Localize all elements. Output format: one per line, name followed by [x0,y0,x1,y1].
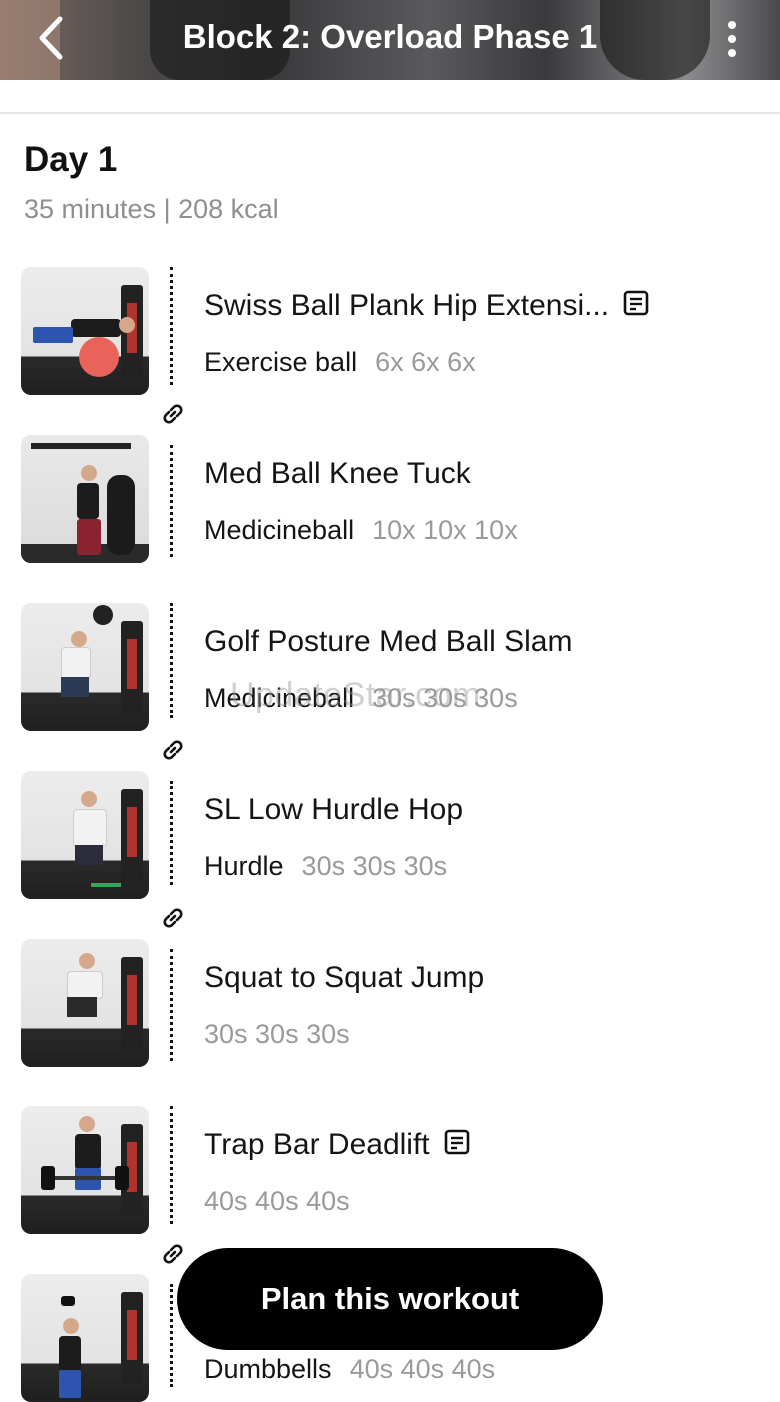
exercise-thumbnail [21,939,149,1067]
exercise-details: Hurdle 30s 30s 30s [204,851,447,882]
exercise-row[interactable]: Squat to Squat Jump 30s 30s 30s [0,939,780,1069]
exercise-sets: 40s 40s 40s [204,1186,350,1216]
thumbnail-person [71,319,121,337]
more-vertical-icon [728,35,736,43]
exercise-equipment: Hurdle [204,851,284,881]
exercise-sets: 40s 40s 40s [349,1354,496,1384]
exercise-details: 40s 40s 40s [204,1186,350,1217]
timeline-line [170,1284,173,1387]
thumbnail-person [79,1116,95,1132]
thumbnail-person [59,1370,81,1398]
day-title: Day 1 [24,140,118,179]
exercise-equipment: Exercise ball [204,347,358,377]
exercise-details: Medicineball 10x 10x 10x [204,515,518,546]
timeline-line [170,267,173,385]
thumbnail-person [77,519,101,555]
thumbnail-person [81,465,97,481]
exercise-name: Golf Posture Med Ball Slam [204,625,573,658]
note-icon[interactable] [444,1129,470,1163]
note-icon[interactable] [623,290,649,324]
exercise-thumbnail [21,771,149,899]
thumbnail-rack [121,789,143,881]
exercise-row[interactable]: Golf Posture Med Ball Slam Medicineball 3… [0,603,780,733]
exercise-details: Medicineball 30s 30s 30s [204,683,518,714]
exercise-row[interactable]: SL Low Hurdle Hop Hurdle 30s 30s 30s [0,771,780,901]
exercise-details: Dumbbells 40s 40s 40s [204,1354,495,1385]
exercise-name: Swiss Ball Plank Hip Extensi... [204,289,649,324]
thumbnail-person [61,677,89,697]
back-button[interactable] [26,10,76,66]
exercise-row[interactable]: Trap Bar Deadlift 40s 40s 40s [0,1106,780,1236]
more-vertical-icon [728,21,736,29]
ball-rack [107,475,135,555]
more-options-button[interactable] [712,12,752,66]
exercise-sets: 10x 10x 10x [372,515,518,545]
plate [115,1166,129,1190]
link-icon [159,736,187,764]
link-icon [159,1240,187,1268]
more-vertical-icon [728,49,736,57]
thumbnail-person [119,317,135,333]
thumbnail-person [77,483,99,519]
plate [41,1166,55,1190]
chevron-left-icon [39,16,63,60]
exercise-thumbnail [21,1274,149,1402]
page-title: Block 2: Overload Phase 1 [182,18,598,55]
exercise-thumbnail [21,1106,149,1234]
exercise-details: Exercise ball 6x 6x 6x [204,347,476,378]
thumbnail-rack [121,621,143,713]
timeline-line [170,445,173,557]
exercise-name-text: Swiss Ball Plank Hip Extensi... [204,289,610,322]
med-ball [93,605,113,625]
thumbnail-rack [121,1292,143,1384]
exercise-row[interactable]: Med Ball Knee Tuck Medicineball 10x 10x 1… [0,435,780,565]
thumbnail-person [75,1134,101,1170]
divider [0,112,780,114]
link-icon [159,400,187,428]
exercise-name: Med Ball Knee Tuck [204,457,471,490]
header-bar: Block 2: Overload Phase 1 [0,0,780,80]
dumbbell [61,1296,75,1306]
timeline-line [170,1106,173,1224]
thumbnail-person [71,631,87,647]
exercise-sets: 30s 30s 30s [301,851,448,881]
thumbnail-person [67,971,103,999]
exercise-equipment: Medicineball [204,515,355,545]
link-icon [159,904,187,932]
exercise-sets: 6x 6x 6x [375,347,476,377]
exercise-thumbnail [21,267,149,395]
exercise-ball [79,337,119,377]
thumbnail-rack [121,957,143,1049]
thumbnail-person [33,327,73,343]
thumbnail-person [61,647,91,679]
hurdle [91,883,121,887]
exercise-details: 30s 30s 30s [204,1019,350,1050]
exercise-sets: 30s 30s 30s [372,683,518,713]
exercise-equipment: Medicineball [204,683,355,713]
exercise-thumbnail [21,435,149,563]
thumbnail-person [75,845,103,865]
plan-workout-button[interactable]: Plan this workout [177,1248,603,1350]
thumbnail-person [79,953,95,969]
exercise-thumbnail [21,603,149,731]
exercise-name-text: Trap Bar Deadlift [204,1128,430,1161]
exercise-name: Trap Bar Deadlift [204,1128,470,1163]
trap-bar [45,1176,125,1180]
exercise-equipment: Dumbbells [204,1354,332,1384]
thumbnail-person [73,809,107,847]
exercise-name: SL Low Hurdle Hop [204,793,464,826]
pullup-bar [31,443,131,449]
exercise-name: Squat to Squat Jump [204,961,485,994]
thumbnail-person [59,1336,81,1372]
thumbnail-person [63,1318,79,1334]
timeline-line [170,949,173,1061]
thumbnail-person [81,791,97,807]
day-meta: 35 minutes | 208 kcal [24,194,279,224]
timeline-line [170,603,173,718]
timeline-line [170,781,173,885]
exercise-sets: 30s 30s 30s [204,1019,350,1049]
exercise-row[interactable]: Swiss Ball Plank Hip Extensi... Exercise… [0,267,780,397]
thumbnail-person [67,997,97,1017]
